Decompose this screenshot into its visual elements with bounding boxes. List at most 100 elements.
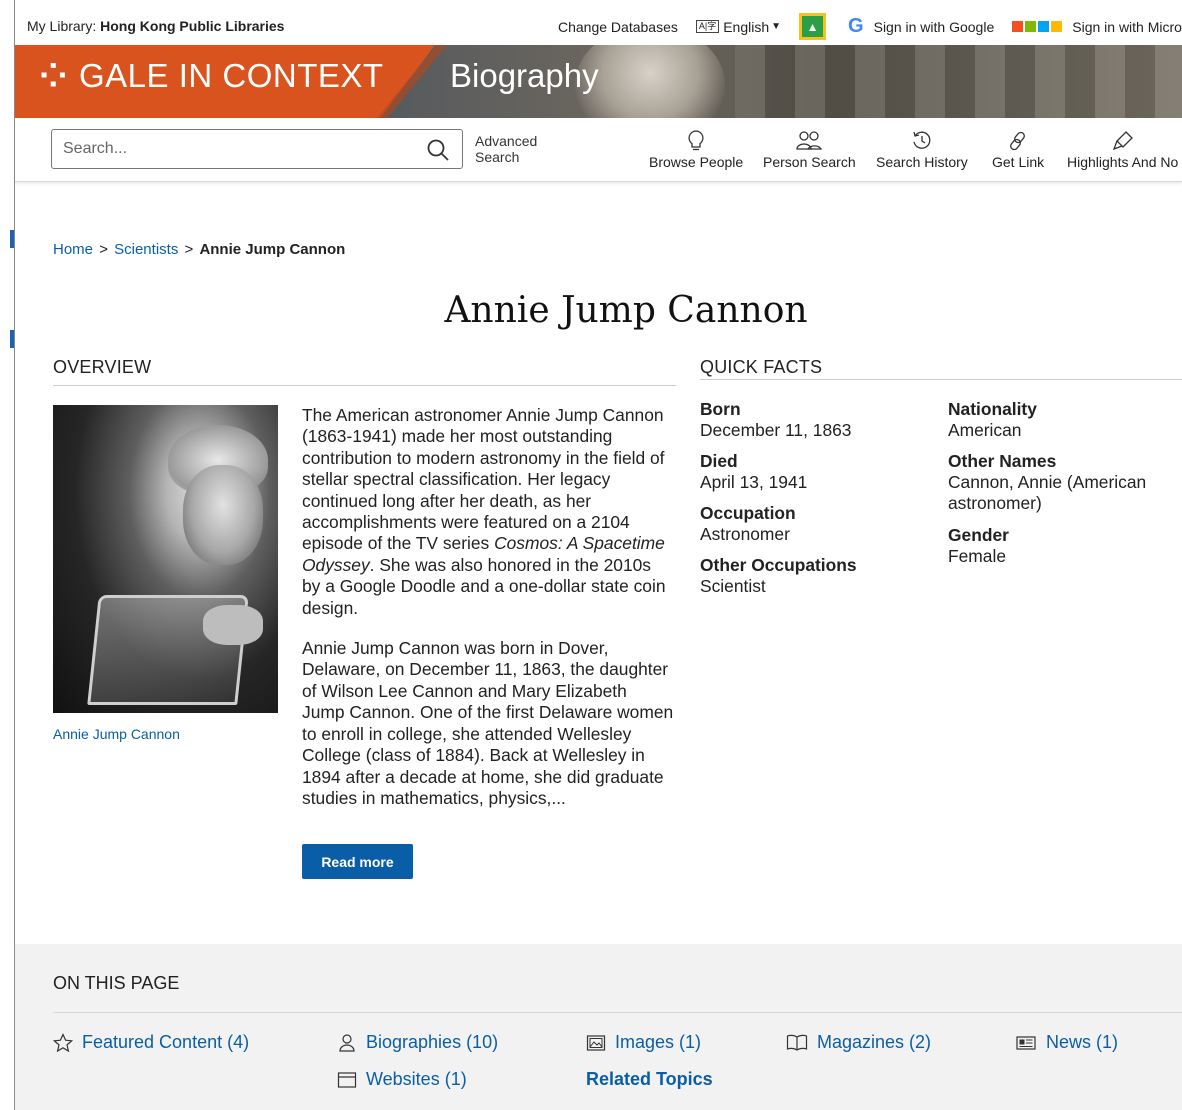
featured-content-label: Featured Content (4) <box>82 1032 250 1052</box>
fact-label: Gender <box>948 525 1009 545</box>
fact-value: Scientist <box>700 576 766 596</box>
search-input[interactable] <box>63 140 413 158</box>
fact-died: Died April 13, 1941 <box>700 451 807 493</box>
fact-label: Other Names <box>948 451 1057 471</box>
fact-born: Born December 11, 1863 <box>700 399 851 441</box>
highlights-notes-button[interactable]: Highlights And No <box>1067 130 1178 170</box>
product-title[interactable]: Biography <box>450 57 599 95</box>
get-link-label: Get Link <box>992 154 1045 170</box>
people-icon <box>796 131 823 150</box>
window-edge-marker <box>10 230 14 248</box>
portrait-hand <box>203 605 263 645</box>
breadcrumb-separator: > <box>184 241 194 258</box>
breadcrumb-home[interactable]: Home <box>53 241 93 258</box>
biographies-label: Biographies (10) <box>366 1032 499 1052</box>
portrait-image[interactable] <box>53 405 278 713</box>
overview-p1-text: The American astronomer Annie Jump Canno… <box>302 405 665 554</box>
portrait-face <box>183 465 263 565</box>
related-topics-link[interactable]: Related Topics <box>586 1069 713 1090</box>
fact-occupation: Occupation Astronomer <box>700 503 796 545</box>
history-icon <box>913 131 931 149</box>
fact-value: Astronomer <box>700 524 790 544</box>
browser-window-icon <box>337 1071 357 1088</box>
overview-paragraph-2: Annie Jump Cannon was born in Dover, Del… <box>302 638 674 808</box>
image-icon <box>586 1034 606 1051</box>
banner-background <box>735 45 1182 118</box>
change-databases-link[interactable]: Change Databases <box>558 19 678 35</box>
google-classroom-icon[interactable]: ▲ <box>799 13 827 40</box>
caret-down-icon: ▼ <box>771 21 782 32</box>
magazines-link[interactable]: Magazines (2) <box>786 1032 931 1053</box>
gale-logo-icon: ⁘ <box>39 57 68 95</box>
fact-value: Cannon, Annie (American astronomer) <box>948 472 1147 513</box>
open-book-icon <box>786 1034 808 1051</box>
search-history-button[interactable]: Search History <box>876 130 968 170</box>
on-this-page-divider <box>53 1012 1182 1013</box>
star-icon <box>53 1032 73 1052</box>
fact-label: Occupation <box>700 503 796 523</box>
language-selector[interactable]: A|字 English ▼ <box>695 18 782 35</box>
person-search-button[interactable]: Person Search <box>763 130 856 170</box>
fact-gender: Gender Female <box>948 525 1009 567</box>
breadcrumb-current: Annie Jump Cannon <box>199 241 346 258</box>
brand-title[interactable]: GALE IN CONTEXT <box>79 57 384 95</box>
search-box <box>51 129 463 169</box>
fact-value: Female <box>948 546 1006 566</box>
banner: ⁘ GALE IN CONTEXT Biography <box>15 45 1182 118</box>
language-label: English <box>723 18 770 35</box>
fact-value: April 13, 1941 <box>700 472 808 492</box>
highlighter-icon <box>1112 131 1133 151</box>
fact-label: Nationality <box>948 399 1037 419</box>
link-icon <box>1010 131 1025 151</box>
fact-value: December 11, 1863 <box>700 420 852 440</box>
fact-value: American <box>948 420 1022 440</box>
news-link[interactable]: News (1) <box>1015 1032 1118 1053</box>
page-title: Annie Jump Cannon <box>444 290 808 331</box>
search-toolbar: Advanced Search Browse People Person Sea… <box>15 118 1182 182</box>
google-signin-link[interactable]: Sign in with Google <box>874 19 995 35</box>
microsoft-icon <box>1012 21 1063 32</box>
window-edge-marker <box>10 330 14 348</box>
library-label: My Library: <box>27 18 97 34</box>
highlights-notes-label: Highlights And No <box>1067 154 1179 170</box>
fact-label: Born <box>700 399 741 419</box>
images-label: Images (1) <box>615 1032 702 1052</box>
lightbulb-icon <box>688 130 704 151</box>
overview-paragraph-1: The American astronomer Annie Jump Canno… <box>302 405 674 619</box>
on-this-page-section: ON THIS PAGE Featured Content (4) Biogra… <box>15 944 1182 1110</box>
newspaper-icon <box>1016 1035 1036 1050</box>
get-link-button[interactable]: Get Link <box>992 130 1044 170</box>
websites-label: Websites (1) <box>366 1069 467 1089</box>
breadcrumb-scientists[interactable]: Scientists <box>114 241 178 258</box>
biographies-link[interactable]: Biographies (10) <box>337 1032 498 1053</box>
search-icon[interactable] <box>426 138 450 162</box>
fact-other-occupations: Other Occupations Scientist <box>700 555 857 597</box>
person-search-label: Person Search <box>763 154 856 170</box>
fact-nationality: Nationality American <box>948 399 1037 441</box>
quick-facts-divider <box>700 379 1182 380</box>
websites-link[interactable]: Websites (1) <box>337 1069 467 1090</box>
advanced-search-link[interactable]: Advanced Search <box>475 133 537 165</box>
library-name: Hong Kong Public Libraries <box>100 18 285 34</box>
overview-heading: OVERVIEW <box>53 357 152 377</box>
overview-divider <box>53 385 676 386</box>
portrait-caption-link[interactable]: Annie Jump Cannon <box>53 726 180 742</box>
browse-people-label: Browse People <box>649 154 744 170</box>
microsoft-signin-link[interactable]: Sign in with Micros <box>1072 19 1182 35</box>
on-this-page-heading: ON THIS PAGE <box>53 973 180 993</box>
browse-people-button[interactable]: Browse People <box>649 130 743 170</box>
translate-icon: A|字 <box>695 20 720 33</box>
read-more-button[interactable]: Read more <box>302 844 413 879</box>
images-link[interactable]: Images (1) <box>586 1032 701 1053</box>
advanced-search-line1: Advanced <box>475 133 538 149</box>
fact-label: Died <box>700 451 738 471</box>
advanced-search-line2: Search <box>475 149 520 165</box>
featured-content-link[interactable]: Featured Content (4) <box>53 1032 249 1053</box>
news-label: News (1) <box>1046 1032 1119 1052</box>
magazines-label: Magazines (2) <box>817 1032 932 1052</box>
fact-other-names: Other Names Cannon, Annie (American astr… <box>948 451 1178 514</box>
top-bar: My Library: Hong Kong Public Libraries C… <box>15 8 1182 45</box>
person-icon <box>339 1033 355 1052</box>
search-history-label: Search History <box>876 154 968 170</box>
overview-text: The American astronomer Annie Jump Canno… <box>302 405 674 828</box>
